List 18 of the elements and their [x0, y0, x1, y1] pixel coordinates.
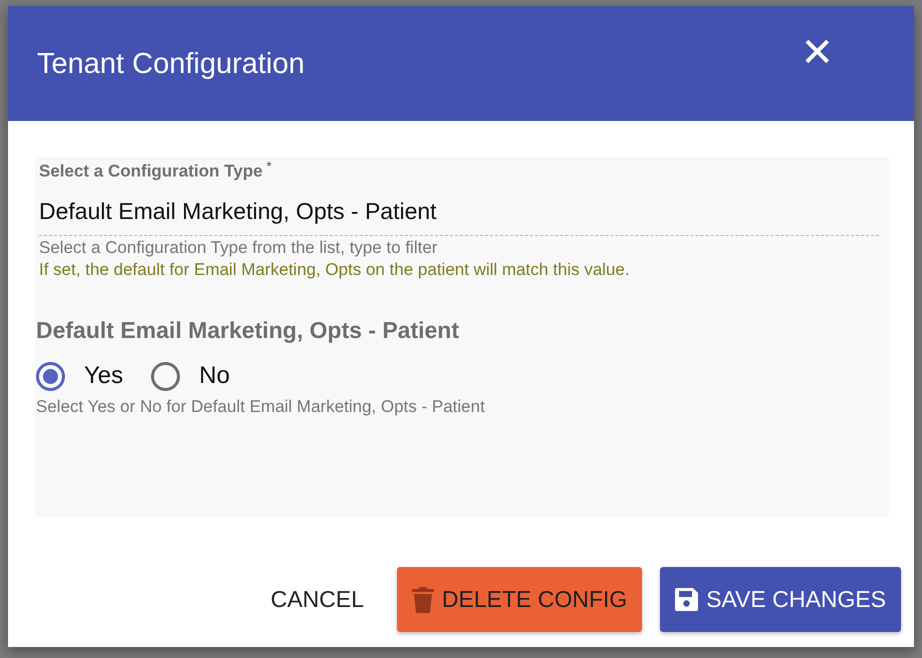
configuration-type-field[interactable]: Default Email Marketing, Opts - Patient [39, 182, 879, 236]
radio-button[interactable] [36, 362, 65, 391]
radio-label: No [199, 362, 230, 390]
field-hint: Select a Configuration Type from the list, type to filter [39, 238, 438, 258]
save-button[interactable]: SAVE CHANGES [660, 567, 901, 632]
radio-option[interactable]: No [151, 362, 230, 391]
radio-button[interactable] [151, 362, 180, 391]
close-button[interactable]: ✕ [800, 32, 834, 72]
setting-title: Default Email Marketing, Opts - Patient [36, 316, 460, 344]
field-label: Select a Configuration Type $^{*}$ [39, 158, 272, 182]
setting-hint: Select Yes or No for Default Email Marketing, Opts - Patient [36, 396, 486, 417]
radio-label: Yes [84, 362, 124, 390]
delete-button[interactable]: DELETE CONFIG [396, 567, 642, 632]
radio-option[interactable]: Yes [36, 362, 124, 391]
trash-icon [412, 586, 434, 612]
cancel-button[interactable]: CANCEL [256, 567, 379, 632]
dialog-title: Tenant Configuration [37, 47, 305, 81]
field-note: If set, the default for Email Marketing, Opts on the patient will match this value. [39, 260, 631, 280]
